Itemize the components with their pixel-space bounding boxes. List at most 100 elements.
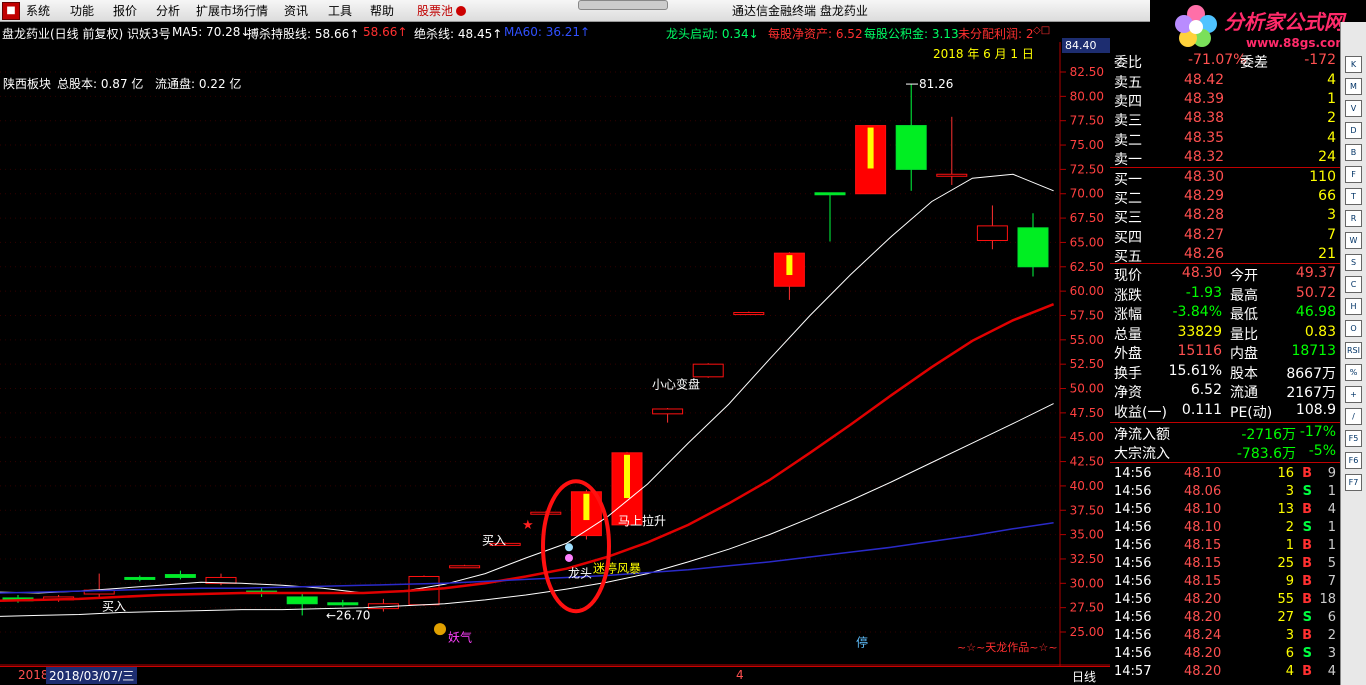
cursor-date: 2018/03/07/三 (46, 667, 138, 684)
bid-volume: 21 (1318, 245, 1336, 262)
tick-row[interactable]: 14:56 48.15 1 B 1 (1110, 538, 1340, 556)
quote-value-2: 108.9 (1295, 401, 1336, 418)
y-tick-label: 42.50 (1070, 455, 1104, 469)
toolbar-s-icon[interactable]: S (1345, 254, 1362, 271)
menu-tools[interactable]: 工具 (328, 0, 352, 22)
candle-body (124, 576, 156, 580)
toolbar-d-icon[interactable]: D (1345, 122, 1362, 139)
y-tick-label: 30.00 (1070, 576, 1104, 590)
tick-row[interactable]: 14:56 48.20 6 S 3 (1110, 646, 1340, 664)
tick-row[interactable]: 14:56 48.10 13 B 4 (1110, 502, 1340, 520)
toolbar-k-icon[interactable]: K (1345, 56, 1362, 73)
tick-side: B (1302, 502, 1312, 517)
flow-label: 净流入额 (1114, 427, 1170, 443)
toolbar-f6-icon[interactable]: F6 (1345, 452, 1362, 469)
bid-label: 买三 (1114, 210, 1142, 227)
kill-hold-secondary-value: 58.66↑ (363, 25, 408, 39)
toolbar-c-icon[interactable]: C (1345, 276, 1362, 293)
tick-time: 14:56 (1114, 466, 1152, 481)
menu-quote[interactable]: 报价 (113, 0, 137, 22)
bid-row[interactable]: 买一 48.30 110 (1110, 169, 1340, 188)
signal-buy-label: 买入 (482, 533, 506, 547)
tick-row[interactable]: 14:56 48.24 3 B 2 (1110, 628, 1340, 646)
tick-count: 5 (1327, 556, 1336, 571)
ask-row[interactable]: 卖五 48.42 4 (1110, 72, 1340, 91)
ask-row[interactable]: 卖三 48.38 2 (1110, 110, 1340, 129)
ask-row[interactable]: 卖四 48.39 1 (1110, 91, 1340, 110)
bid-row[interactable]: 买五 48.26 21 (1110, 246, 1340, 265)
toolbar-t-icon[interactable]: T (1345, 188, 1362, 205)
toolbar-w-icon[interactable]: W (1345, 232, 1362, 249)
window-drag-handle[interactable] (578, 0, 668, 10)
y-tick-label: 55.00 (1070, 333, 1104, 347)
bid-row[interactable]: 买二 48.29 66 (1110, 188, 1340, 207)
tick-row[interactable]: 14:56 48.15 9 B 7 (1110, 574, 1340, 592)
toolbar-v-icon[interactable]: V (1345, 100, 1362, 117)
bid-price: 48.30 (1184, 169, 1225, 185)
tick-volume: 1 (1285, 538, 1294, 553)
tick-row[interactable]: 14:56 48.10 2 S 1 (1110, 520, 1340, 538)
app-logo-icon[interactable]: ■ (2, 2, 20, 20)
tick-volume: 55 (1277, 592, 1294, 607)
tick-time: 14:56 (1114, 610, 1152, 625)
toolbar-m-icon[interactable]: M (1345, 78, 1362, 95)
toolbar-o-icon[interactable]: O (1345, 320, 1362, 337)
expand-icons[interactable]: ◇□ (1033, 25, 1050, 36)
menu-extended-market[interactable]: 扩展市场行情 (196, 0, 268, 22)
tick-side: B (1302, 628, 1312, 643)
quote-value-2: 0.83 (1304, 323, 1336, 340)
toolbar-b-icon[interactable]: B (1345, 144, 1362, 161)
toolbar-f7-icon[interactable]: F7 (1345, 474, 1362, 491)
toolbar-f5-icon[interactable]: F5 (1345, 430, 1362, 447)
bid-volume: 110 (1309, 169, 1336, 185)
tick-count: 18 (1319, 592, 1336, 607)
tick-price: 48.06 (1184, 484, 1222, 499)
ask-row[interactable]: 卖一 48.32 24 (1110, 149, 1340, 168)
tick-row[interactable]: 14:56 48.10 16 B 9 (1110, 466, 1340, 484)
quote-row: 涨幅 -3.84% 最低 46.98 (1110, 304, 1340, 323)
toolbar-x-icon[interactable]: % (1345, 364, 1362, 381)
tick-volume: 27 (1277, 610, 1294, 625)
bid-row[interactable]: 买四 48.27 7 (1110, 227, 1340, 246)
period-label[interactable]: 日线 (1072, 668, 1096, 685)
menu-news[interactable]: 资讯 (284, 0, 308, 22)
bid-row[interactable]: 买三 48.28 3 (1110, 207, 1340, 226)
toolbar-f-icon[interactable]: F (1345, 166, 1362, 183)
toolbar-r-icon[interactable]: R (1345, 210, 1362, 227)
menu-analysis[interactable]: 分析 (156, 0, 180, 22)
tick-row[interactable]: 14:56 48.06 3 S 1 (1110, 484, 1340, 502)
tick-row[interactable]: 14:56 48.15 25 B 5 (1110, 556, 1340, 574)
tick-divider (1110, 462, 1340, 463)
tick-time: 14:56 (1114, 502, 1152, 517)
tick-side: B (1302, 592, 1312, 607)
order-diff-label: 委差 (1240, 55, 1268, 71)
toolbar-h-icon[interactable]: H (1345, 298, 1362, 315)
ask-row[interactable]: 卖二 48.35 4 (1110, 130, 1340, 149)
quote-label: 换手 (1114, 365, 1142, 382)
toolbar-rsi-icon[interactable]: RSI (1345, 342, 1362, 359)
toolbar-x-icon[interactable]: + (1345, 386, 1362, 403)
bid-price: 48.29 (1184, 188, 1225, 205)
signal-demon-label: 妖气 (448, 630, 472, 645)
ask-price: 48.42 (1184, 72, 1225, 88)
y-tick-label: 52.50 (1070, 357, 1104, 371)
y-tick-label: 37.50 (1070, 503, 1104, 517)
tick-side: S (1302, 520, 1312, 535)
total-shares-label: 总股本: 0.87 亿 (57, 77, 144, 91)
tick-row[interactable]: 14:57 48.20 4 B 4 (1110, 664, 1340, 682)
menu-function[interactable]: 功能 (70, 0, 94, 22)
menu-stock-pool[interactable]: 股票池 (417, 0, 453, 22)
toolbar-x-icon[interactable]: / (1345, 408, 1362, 425)
money-bag-icon (434, 623, 446, 636)
tick-row[interactable]: 14:56 48.20 27 S 6 (1110, 610, 1340, 628)
tick-volume: 2 (1285, 520, 1294, 535)
tick-time: 14:56 (1114, 520, 1152, 535)
menu-help[interactable]: 帮助 (370, 0, 394, 22)
tick-time: 14:56 (1114, 484, 1152, 499)
tick-side: B (1302, 664, 1312, 679)
flow-pct: -5% (1308, 443, 1336, 459)
tick-row[interactable]: 14:56 48.20 55 B 18 (1110, 592, 1340, 610)
y-tick-label: 65.00 (1070, 235, 1104, 249)
tick-volume: 4 (1285, 664, 1294, 679)
menu-system[interactable]: 系统 (26, 0, 50, 22)
